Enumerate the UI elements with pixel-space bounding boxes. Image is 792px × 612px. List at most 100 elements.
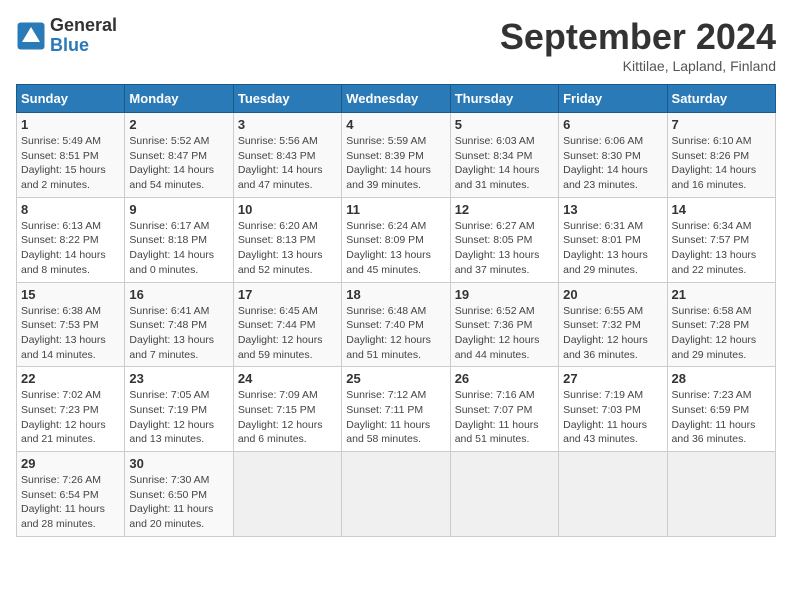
day-number: 12 <box>455 202 554 217</box>
day-number: 25 <box>346 371 445 386</box>
day-number: 1 <box>21 117 120 132</box>
day-number: 29 <box>21 456 120 471</box>
day-info: Sunrise: 6:06 AM Sunset: 8:30 PM Dayligh… <box>563 134 662 193</box>
logo-general: General <box>50 16 117 36</box>
calendar-cell: 12 Sunrise: 6:27 AM Sunset: 8:05 PM Dayli… <box>450 197 558 282</box>
day-info: Sunrise: 7:26 AM Sunset: 6:54 PM Dayligh… <box>21 473 120 532</box>
day-info: Sunrise: 6:41 AM Sunset: 7:48 PM Dayligh… <box>129 304 228 363</box>
day-number: 26 <box>455 371 554 386</box>
calendar-header-thursday: Thursday <box>450 85 558 113</box>
day-number: 16 <box>129 287 228 302</box>
day-number: 19 <box>455 287 554 302</box>
calendar-cell: 15Sunrise: 6:38 AM Sunset: 7:53 PM Dayli… <box>17 282 125 367</box>
calendar-cell: 18 Sunrise: 6:48 AM Sunset: 7:40 PM Dayli… <box>342 282 450 367</box>
day-number: 30 <box>129 456 228 471</box>
day-info: Sunrise: 5:52 AM Sunset: 8:47 PM Dayligh… <box>129 134 228 193</box>
logo: General Blue <box>16 16 117 56</box>
day-info: Sunrise: 6:52 AM Sunset: 7:36 PM Dayligh… <box>455 304 554 363</box>
day-number: 11 <box>346 202 445 217</box>
calendar-header-friday: Friday <box>559 85 667 113</box>
location: Kittilae, Lapland, Finland <box>500 58 776 74</box>
calendar-cell: 7Sunrise: 6:10 AM Sunset: 8:26 PM Daylig… <box>667 113 775 198</box>
day-info: Sunrise: 6:34 AM Sunset: 7:57 PM Dayligh… <box>672 219 771 278</box>
calendar-cell: 29 Sunrise: 7:26 AM Sunset: 6:54 PM Dayli… <box>17 452 125 537</box>
page-header: General Blue September 2024 Kittilae, La… <box>16 16 776 74</box>
calendar-header-row: SundayMondayTuesdayWednesdayThursdayFrid… <box>17 85 776 113</box>
day-number: 7 <box>672 117 771 132</box>
day-info: Sunrise: 5:56 AM Sunset: 8:43 PM Dayligh… <box>238 134 337 193</box>
day-info: Sunrise: 6:17 AM Sunset: 8:18 PM Dayligh… <box>129 219 228 278</box>
calendar-week-row: 22 Sunrise: 7:02 AM Sunset: 7:23 PM Dayli… <box>17 367 776 452</box>
calendar-cell: 1 Sunrise: 5:49 AM Sunset: 8:51 PM Daylig… <box>17 113 125 198</box>
calendar-cell <box>450 452 558 537</box>
day-info: Sunrise: 7:12 AM Sunset: 7:11 PM Dayligh… <box>346 388 445 447</box>
logo-icon <box>16 21 46 51</box>
day-info: Sunrise: 7:19 AM Sunset: 7:03 PM Dayligh… <box>563 388 662 447</box>
day-number: 17 <box>238 287 337 302</box>
day-number: 6 <box>563 117 662 132</box>
calendar-cell: 13 Sunrise: 6:31 AM Sunset: 8:01 PM Dayli… <box>559 197 667 282</box>
calendar-cell: 3Sunrise: 5:56 AM Sunset: 8:43 PM Daylig… <box>233 113 341 198</box>
day-info: Sunrise: 6:45 AM Sunset: 7:44 PM Dayligh… <box>238 304 337 363</box>
day-number: 18 <box>346 287 445 302</box>
day-number: 15 <box>21 287 120 302</box>
day-number: 5 <box>455 117 554 132</box>
calendar-cell: 22 Sunrise: 7:02 AM Sunset: 7:23 PM Dayli… <box>17 367 125 452</box>
day-info: Sunrise: 6:27 AM Sunset: 8:05 PM Dayligh… <box>455 219 554 278</box>
day-number: 13 <box>563 202 662 217</box>
day-number: 22 <box>21 371 120 386</box>
day-number: 10 <box>238 202 337 217</box>
day-info: Sunrise: 6:58 AM Sunset: 7:28 PM Dayligh… <box>672 304 771 363</box>
day-info: Sunrise: 7:02 AM Sunset: 7:23 PM Dayligh… <box>21 388 120 447</box>
calendar-table: SundayMondayTuesdayWednesdayThursdayFrid… <box>16 84 776 537</box>
calendar-body: 1 Sunrise: 5:49 AM Sunset: 8:51 PM Daylig… <box>17 113 776 537</box>
day-info: Sunrise: 6:24 AM Sunset: 8:09 PM Dayligh… <box>346 219 445 278</box>
calendar-cell <box>559 452 667 537</box>
calendar-cell: 6 Sunrise: 6:06 AM Sunset: 8:30 PM Daylig… <box>559 113 667 198</box>
day-info: Sunrise: 7:23 AM Sunset: 6:59 PM Dayligh… <box>672 388 771 447</box>
calendar-cell: 23 Sunrise: 7:05 AM Sunset: 7:19 PM Dayli… <box>125 367 233 452</box>
day-number: 20 <box>563 287 662 302</box>
day-number: 28 <box>672 371 771 386</box>
calendar-cell: 26Sunrise: 7:16 AM Sunset: 7:07 PM Dayli… <box>450 367 558 452</box>
calendar-cell: 10 Sunrise: 6:20 AM Sunset: 8:13 PM Dayli… <box>233 197 341 282</box>
day-number: 8 <box>21 202 120 217</box>
calendar-cell: 17 Sunrise: 6:45 AM Sunset: 7:44 PM Dayli… <box>233 282 341 367</box>
calendar-cell: 19 Sunrise: 6:52 AM Sunset: 7:36 PM Dayli… <box>450 282 558 367</box>
day-info: Sunrise: 7:05 AM Sunset: 7:19 PM Dayligh… <box>129 388 228 447</box>
calendar-header-tuesday: Tuesday <box>233 85 341 113</box>
calendar-week-row: 29 Sunrise: 7:26 AM Sunset: 6:54 PM Dayli… <box>17 452 776 537</box>
day-info: Sunrise: 5:59 AM Sunset: 8:39 PM Dayligh… <box>346 134 445 193</box>
calendar-cell: 8 Sunrise: 6:13 AM Sunset: 8:22 PM Daylig… <box>17 197 125 282</box>
calendar-header-sunday: Sunday <box>17 85 125 113</box>
day-info: Sunrise: 6:03 AM Sunset: 8:34 PM Dayligh… <box>455 134 554 193</box>
day-number: 21 <box>672 287 771 302</box>
calendar-cell: 2 Sunrise: 5:52 AM Sunset: 8:47 PM Daylig… <box>125 113 233 198</box>
day-info: Sunrise: 6:20 AM Sunset: 8:13 PM Dayligh… <box>238 219 337 278</box>
calendar-cell: 25 Sunrise: 7:12 AM Sunset: 7:11 PM Dayli… <box>342 367 450 452</box>
calendar-cell: 11 Sunrise: 6:24 AM Sunset: 8:09 PM Dayli… <box>342 197 450 282</box>
day-number: 4 <box>346 117 445 132</box>
day-info: Sunrise: 6:48 AM Sunset: 7:40 PM Dayligh… <box>346 304 445 363</box>
calendar-header-wednesday: Wednesday <box>342 85 450 113</box>
day-info: Sunrise: 6:31 AM Sunset: 8:01 PM Dayligh… <box>563 219 662 278</box>
calendar-cell: 21 Sunrise: 6:58 AM Sunset: 7:28 PM Dayli… <box>667 282 775 367</box>
logo-text: General Blue <box>50 16 117 56</box>
day-number: 23 <box>129 371 228 386</box>
month-title: September 2024 <box>500 16 776 58</box>
calendar-cell: 24Sunrise: 7:09 AM Sunset: 7:15 PM Dayli… <box>233 367 341 452</box>
day-number: 27 <box>563 371 662 386</box>
calendar-week-row: 8 Sunrise: 6:13 AM Sunset: 8:22 PM Daylig… <box>17 197 776 282</box>
day-info: Sunrise: 6:13 AM Sunset: 8:22 PM Dayligh… <box>21 219 120 278</box>
calendar-cell <box>667 452 775 537</box>
day-info: Sunrise: 6:55 AM Sunset: 7:32 PM Dayligh… <box>563 304 662 363</box>
day-number: 2 <box>129 117 228 132</box>
day-info: Sunrise: 5:49 AM Sunset: 8:51 PM Dayligh… <box>21 134 120 193</box>
calendar-cell <box>233 452 341 537</box>
calendar-cell: 30 Sunrise: 7:30 AM Sunset: 6:50 PM Dayli… <box>125 452 233 537</box>
calendar-cell: 4 Sunrise: 5:59 AM Sunset: 8:39 PM Daylig… <box>342 113 450 198</box>
day-number: 14 <box>672 202 771 217</box>
calendar-cell: 14 Sunrise: 6:34 AM Sunset: 7:57 PM Dayli… <box>667 197 775 282</box>
title-block: September 2024 Kittilae, Lapland, Finlan… <box>500 16 776 74</box>
day-info: Sunrise: 7:30 AM Sunset: 6:50 PM Dayligh… <box>129 473 228 532</box>
